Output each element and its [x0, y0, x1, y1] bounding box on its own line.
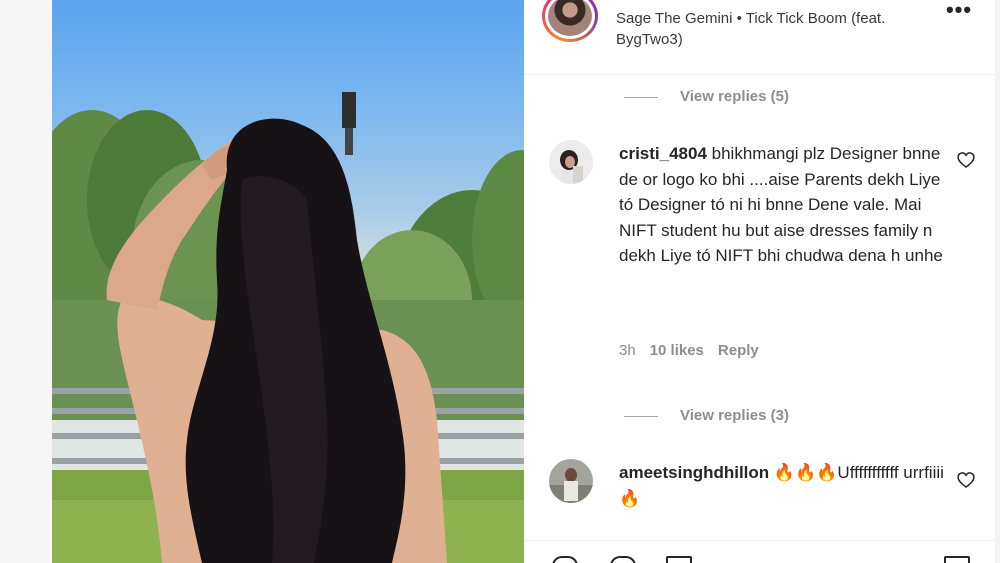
heart-icon	[957, 152, 975, 169]
heart-icon	[957, 472, 975, 489]
comment-text: cristi_4804 bhikhmangi plz Designer bnne…	[619, 141, 949, 269]
comments-panel: Sage The Gemini • Tick Tick Boom (feat. …	[524, 0, 995, 563]
post-photo	[52, 92, 524, 563]
view-replies-label: View replies (5)	[680, 88, 789, 105]
bookmark-icon[interactable]	[944, 556, 970, 563]
comment-username[interactable]: cristi_4804	[619, 144, 707, 163]
comment-time[interactable]: 3h	[619, 342, 636, 359]
avatar[interactable]	[549, 140, 593, 184]
view-replies-button[interactable]: View replies (3)	[624, 405, 789, 427]
comment-likes[interactable]: 10 likes	[650, 342, 704, 359]
comment-username[interactable]: ameetsinghdhillon	[619, 463, 769, 482]
right-gutter	[995, 0, 1000, 563]
divider-line	[624, 96, 658, 98]
share-icon[interactable]	[666, 556, 692, 563]
post-header: Sage The Gemini • Tick Tick Boom (feat. …	[524, 0, 995, 75]
comment-meta: 3h 10 likes Reply	[619, 342, 773, 359]
view-replies-label: View replies (3)	[680, 407, 789, 424]
comment-text: ameetsinghdhillon 🔥🔥🔥Ufffffffffff urrfii…	[619, 460, 949, 511]
divider-line	[624, 415, 658, 417]
avatar-image	[549, 459, 593, 503]
comment-icon[interactable]	[610, 556, 636, 563]
more-horizontal-icon: •••	[945, 0, 973, 22]
post-media[interactable]	[52, 0, 524, 563]
like-comment-button[interactable]	[956, 470, 976, 490]
view-replies-button[interactable]: View replies (5)	[624, 86, 789, 108]
reply-button[interactable]: Reply	[718, 342, 759, 359]
post-action-bar	[524, 540, 995, 563]
author-avatar[interactable]	[542, 0, 598, 42]
avatar[interactable]	[549, 459, 593, 503]
like-comment-button[interactable]	[956, 150, 976, 170]
left-gutter	[0, 0, 52, 563]
more-options-button[interactable]: •••	[944, 0, 974, 24]
audio-track-link[interactable]: Sage The Gemini • Tick Tick Boom (feat. …	[616, 8, 936, 50]
like-post-icon[interactable]	[552, 556, 578, 563]
avatar-image	[549, 140, 593, 184]
